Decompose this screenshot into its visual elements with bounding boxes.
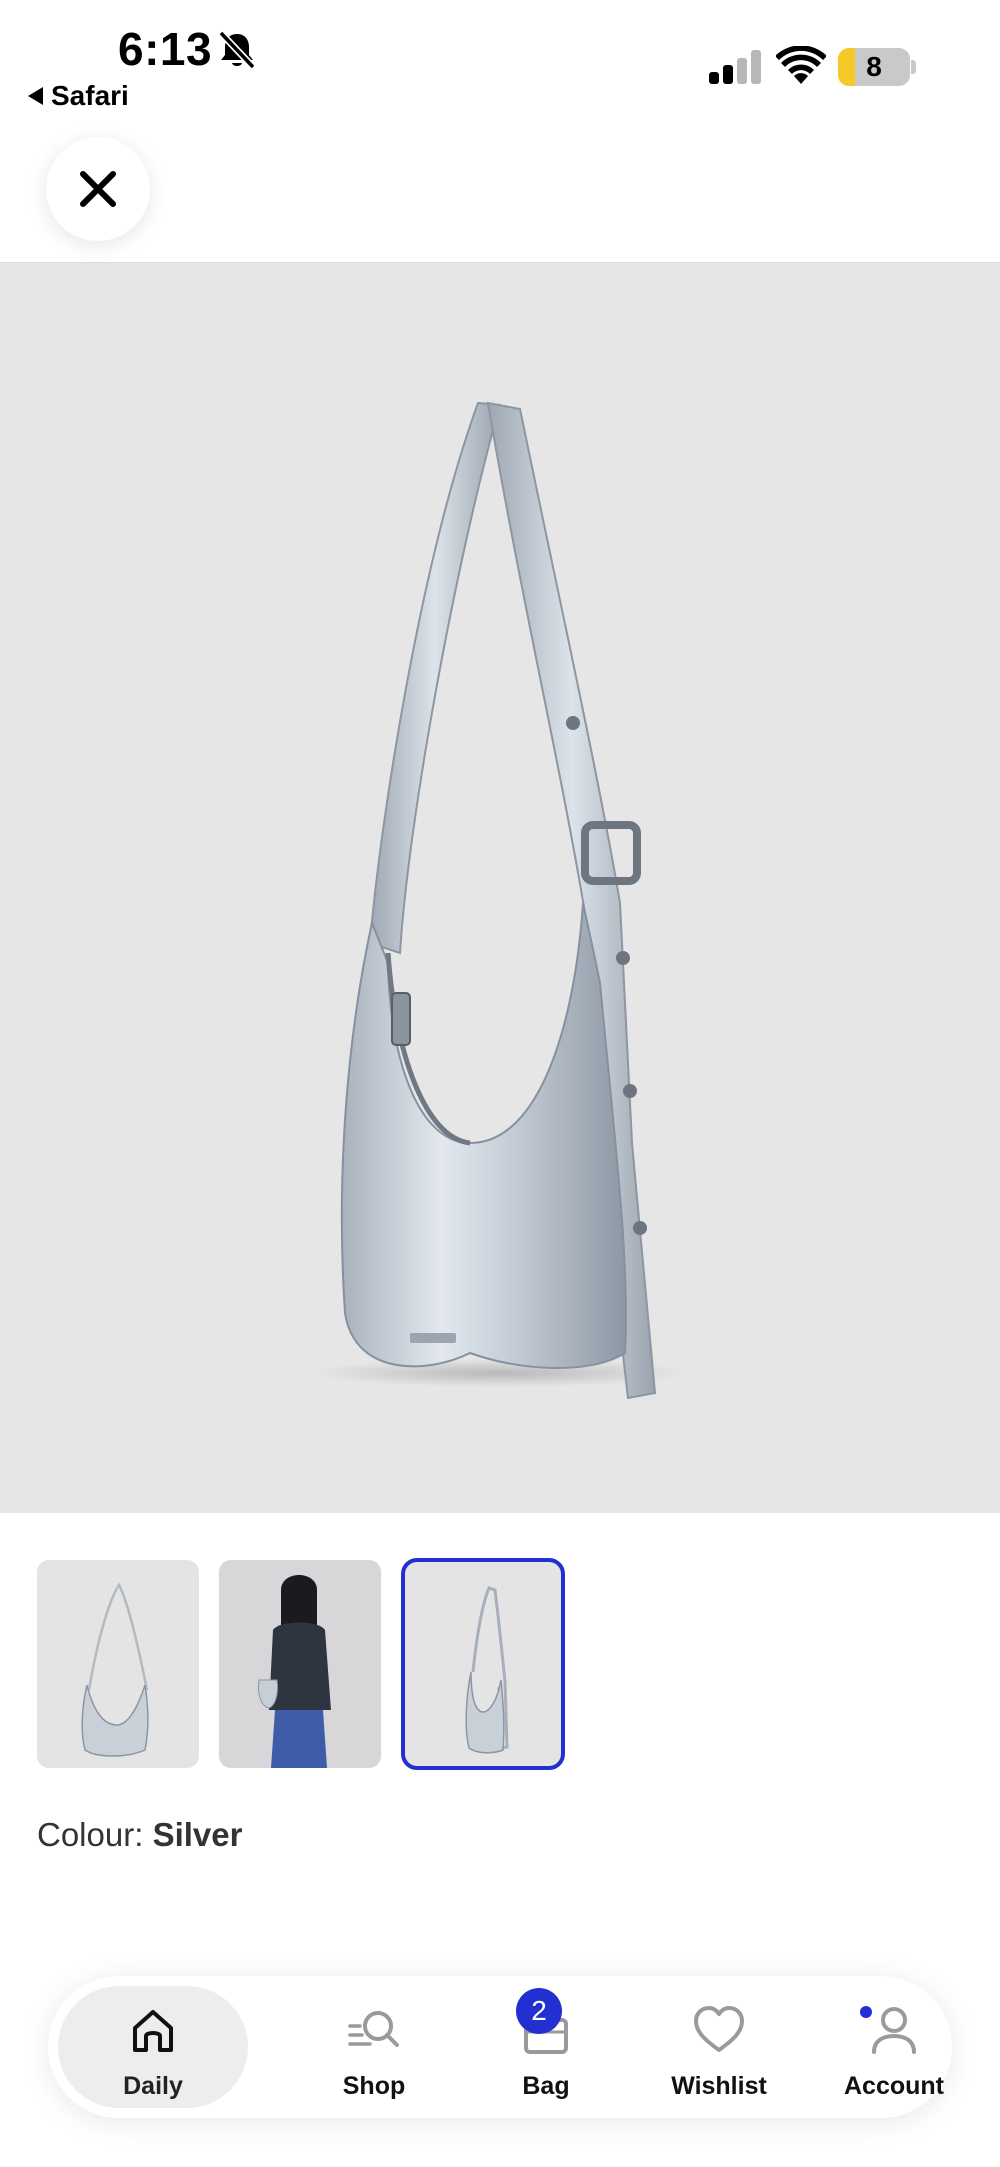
nav-label-bag: Bag <box>522 2072 570 2100</box>
home-icon <box>133 2010 173 2052</box>
thumbnail-model-image <box>258 1575 331 1768</box>
nav-item-wishlist[interactable]: Wishlist <box>629 1976 809 2118</box>
account-notification-dot <box>860 2006 872 2018</box>
close-icon <box>80 171 116 207</box>
thumbnail-2[interactable] <box>219 1560 381 1768</box>
thumbnail-bag-front-image <box>81 1582 149 1757</box>
back-app-label: Safari <box>51 80 129 111</box>
nav-label-daily: Daily <box>123 2072 183 2100</box>
nav-label-wishlist: Wishlist <box>671 2072 767 2100</box>
bottom-nav: Daily Shop Bag 2 Wishlist Account <box>48 1976 952 2118</box>
silver-shoulder-bag-image <box>310 401 690 1400</box>
bell-muted-icon <box>218 30 256 70</box>
back-to-safari[interactable]: Safari <box>28 80 129 112</box>
status-time: 6:13 <box>118 23 213 75</box>
person-icon <box>872 2007 916 2054</box>
nav-item-account[interactable]: Account <box>804 1976 984 2118</box>
back-arrow-icon <box>28 87 43 105</box>
heart-icon <box>694 2006 744 2052</box>
nav-label-shop: Shop <box>342 2072 406 2100</box>
wifi-icon <box>776 46 826 84</box>
nav-item-daily[interactable]: Daily <box>58 1986 248 2108</box>
thumbnail-1[interactable] <box>37 1560 199 1768</box>
colour-value: Silver <box>152 1816 243 1853</box>
close-button[interactable] <box>46 137 150 241</box>
battery-percent: 8 <box>866 51 882 82</box>
search-icon <box>348 2011 399 2047</box>
thumbnail-3-selected[interactable] <box>401 1558 565 1770</box>
cellular-signal-icon <box>709 50 761 84</box>
colour-label: Colour: <box>37 1816 144 1853</box>
colour-info: Colour: Silver <box>37 1816 242 1854</box>
bag-count-badge: 2 <box>516 1988 562 2034</box>
thumbnail-bag-side-image <box>465 1586 509 1754</box>
nav-label-account: Account <box>844 2072 944 2100</box>
battery-indicator: 8 <box>838 48 916 86</box>
nav-item-shop[interactable]: Shop <box>284 1976 464 2118</box>
product-hero-image[interactable] <box>0 263 1000 1513</box>
